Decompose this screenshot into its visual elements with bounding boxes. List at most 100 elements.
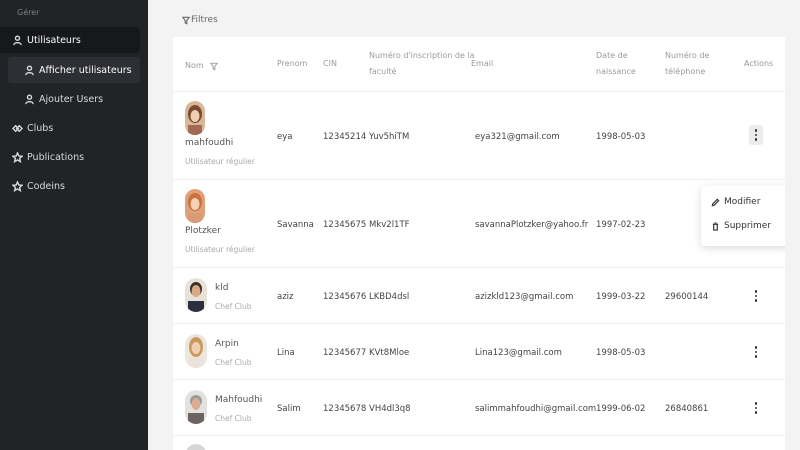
column-header-label: faculté (369, 67, 397, 76)
cell-email: savannaPlotzker@yahoo.fr (475, 220, 589, 230)
menu-item-label: Modifier (724, 197, 761, 207)
column-header-inscription: Numéro d'inscription de la faculté (369, 48, 475, 80)
column-header-dob: Date de naissance (596, 48, 636, 80)
column-header-label: Numéro de (665, 51, 710, 60)
sidebar-item-utilisateurs[interactable]: Utilisateurs (0, 27, 140, 53)
column-header-nom[interactable]: Nom (185, 58, 218, 74)
column-header-label: naissance (596, 67, 636, 76)
table-row[interactable] (173, 436, 785, 450)
table-row[interactable]: kld Chef Club aziz 12345676 LKBD4dsl azi… (173, 268, 785, 324)
sidebar-item-label: Ajouter Users (39, 93, 104, 105)
filter-icon[interactable] (209, 62, 218, 71)
trash-icon (712, 221, 719, 231)
cell-email: salimmahfoudhi@gmail.com (475, 404, 597, 414)
table-row[interactable]: Mahfoudhi Chef Club Salim 12345678 VH4dl… (173, 380, 785, 436)
main-content: Filtres Nom Prenom CIN Numéro d'inscript… (148, 0, 800, 450)
user-role: Chef Club (215, 414, 252, 423)
column-header-actions: Actions (744, 59, 774, 68)
star-icon (11, 180, 23, 192)
users-icon (11, 34, 23, 46)
column-header-cin: CIN (323, 59, 337, 68)
sidebar: Gérer Utilisateurs Afficher utilisateurs… (0, 0, 148, 450)
cell-cin: 12345675 (323, 220, 367, 230)
user-role: Utilisateur régulier (185, 245, 255, 254)
avatar (185, 390, 207, 424)
cell-prenom: Lina (277, 348, 295, 358)
cell-dob: 1999-06-02 (596, 404, 646, 414)
cell-cin: 12345214 (323, 132, 367, 142)
table-row[interactable]: Arpin Chef Club Lina 12345677 KVt8Mloe L… (173, 324, 785, 380)
user-role: Chef Club (215, 358, 252, 367)
cell-cin: 12345678 (323, 404, 367, 414)
cell-email: Lina123@gmail.com (475, 348, 562, 358)
sidebar-item-label: Codeins (27, 180, 65, 192)
avatar (185, 278, 207, 312)
cell-email: azizkld123@gmail.com (475, 292, 574, 302)
modify-menu-item[interactable]: Modifier (711, 197, 760, 207)
column-header-label: Date de (596, 51, 628, 60)
cell-prenom: aziz (277, 292, 294, 302)
column-header-label: Nom (185, 61, 204, 70)
cell-telephone: 26840861 (665, 404, 709, 414)
row-actions-button[interactable] (749, 125, 763, 145)
cell-email: eya321@gmail.com (475, 132, 560, 142)
avatar (185, 189, 205, 223)
delete-menu-item[interactable]: Supprimer (711, 221, 771, 231)
row-actions-button[interactable] (749, 398, 763, 418)
sidebar-item-afficher-utilisateurs[interactable]: Afficher utilisateurs (8, 57, 140, 83)
user-role: Chef Club (215, 302, 252, 311)
sidebar-item-publications[interactable]: Publications (0, 144, 140, 170)
row-actions-button[interactable] (749, 286, 763, 306)
sidebar-item-codeins[interactable]: Codeins (0, 173, 140, 199)
filters-toggle[interactable]: Filtres (182, 15, 218, 25)
row-actions-menu: Modifier Supprimer (701, 186, 785, 246)
filters-label: Filtres (191, 15, 218, 25)
sidebar-item-label: Clubs (27, 122, 54, 134)
cell-telephone: 29600144 (665, 292, 709, 302)
menu-item-label: Supprimer (724, 221, 772, 231)
pencil-icon (711, 198, 720, 206)
cell-prenom: eya (277, 132, 293, 142)
users-icon (23, 64, 35, 76)
avatar (185, 334, 207, 368)
sidebar-item-label: Afficher utilisateurs (39, 64, 132, 76)
user-name: Plotzker (185, 226, 221, 236)
clubs-icon (11, 122, 23, 134)
user-icon (23, 93, 35, 105)
cell-inscription: Mkv2l1TF (369, 220, 410, 230)
filter-icon (182, 16, 190, 25)
column-header-prenom: Prenom (277, 59, 308, 68)
cell-cin: 12345677 (323, 348, 367, 358)
sidebar-item-label: Publications (27, 151, 85, 163)
avatar (185, 101, 205, 135)
user-name: mahfoudhi (185, 138, 234, 148)
cell-inscription: KVt8Mloe (369, 348, 410, 358)
table-row[interactable]: mahfoudhi Utilisateur régulier eya 12345… (173, 91, 785, 180)
column-header-label: Numéro d'inscription de la (369, 51, 475, 60)
cell-inscription: VH4dl3q8 (369, 404, 411, 414)
cell-inscription: Yuv5hiTM (369, 132, 410, 142)
column-header-email: Email (471, 59, 494, 68)
sidebar-section-label: Gérer (17, 8, 40, 17)
column-header-telephone: Numéro de téléphone (665, 48, 709, 80)
table-row[interactable]: Plotzker Utilisateur régulier Savanna 12… (173, 180, 785, 268)
cell-prenom: Savanna (277, 220, 314, 230)
cell-prenom: Salim (277, 404, 301, 414)
cell-dob: 1999-03-22 (596, 292, 646, 302)
sidebar-item-ajouter-users[interactable]: Ajouter Users (8, 86, 140, 112)
cell-inscription: LKBD4dsl (369, 292, 410, 302)
user-name: Arpin (215, 339, 239, 349)
cell-dob: 1998-05-03 (596, 348, 646, 358)
user-name: Mahfoudhi (215, 395, 263, 405)
cell-dob: 1997-02-23 (596, 220, 646, 230)
sidebar-item-label: Utilisateurs (27, 34, 81, 46)
column-header-label: téléphone (665, 67, 706, 76)
cell-cin: 12345676 (323, 292, 367, 302)
avatar (186, 444, 206, 450)
users-table: Nom Prenom CIN Numéro d'inscription de l… (173, 37, 785, 450)
user-name: kld (215, 283, 229, 293)
row-actions-button[interactable] (749, 342, 763, 362)
cell-dob: 1998-05-03 (596, 132, 646, 142)
sidebar-item-clubs[interactable]: Clubs (0, 115, 140, 141)
star-icon (11, 151, 23, 163)
